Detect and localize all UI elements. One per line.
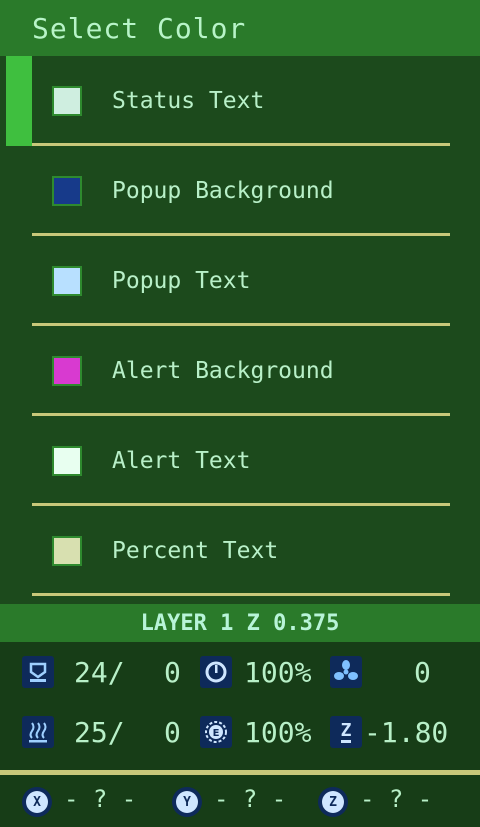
flow-value: 100% [244, 716, 312, 749]
selection-indicator [6, 56, 32, 146]
hotend-temp: 25/ [74, 716, 125, 749]
divider [32, 593, 450, 596]
z-axis-label: Z [322, 791, 344, 813]
svg-text:E: E [213, 728, 220, 739]
list-item-alert-background[interactable]: Alert Background [0, 326, 480, 416]
status-row-2: 25/ 0 E 100% Z -1.80 [0, 702, 480, 762]
x-axis-label: X [26, 791, 48, 813]
list-item-popup-text[interactable]: Popup Text [0, 236, 480, 326]
title-bar: Select Color [0, 0, 480, 56]
bed-target: 0 [164, 656, 181, 689]
x-axis-value: - ? - [64, 785, 137, 813]
z-offset-value: -1.80 [364, 716, 449, 749]
hotend-icon [22, 716, 54, 748]
speed-icon [200, 656, 232, 688]
layer-bar: LAYER 1 Z 0.375 [0, 604, 480, 642]
z-offset-icon-label: Z [340, 719, 352, 743]
screen: Select Color Status Text Popup Backgroun… [0, 0, 480, 827]
item-label: Status Text [112, 88, 265, 114]
bed-icon [22, 656, 54, 688]
item-label: Percent Text [112, 538, 279, 564]
color-swatch [52, 86, 82, 116]
z-offset-icon: Z [330, 716, 362, 748]
x-axis-icon: X [22, 787, 52, 817]
bed-temp: 24/ [74, 656, 125, 689]
item-label: Alert Text [112, 448, 251, 474]
layer-text: LAYER 1 Z 0.375 [140, 610, 340, 636]
z-axis-value: - ? - [360, 785, 433, 813]
color-swatch [52, 536, 82, 566]
y-axis-icon: Y [172, 787, 202, 817]
fan-icon [330, 656, 362, 688]
hotend-target: 0 [164, 716, 181, 749]
speed-value: 100% [244, 656, 312, 689]
list-item-status-text[interactable]: Status Text [0, 56, 480, 146]
page-title: Select Color [32, 11, 247, 45]
status-row-1: 24/ 0 100% 0 [0, 642, 480, 702]
color-list: Status Text Popup Background Popup Text … [0, 56, 480, 604]
list-item-alert-text[interactable]: Alert Text [0, 416, 480, 506]
color-swatch [52, 446, 82, 476]
z-axis-icon: Z [318, 787, 348, 817]
color-swatch [52, 356, 82, 386]
fan-value: 0 [414, 656, 431, 689]
y-axis-label: Y [176, 791, 198, 813]
flow-icon: E [200, 716, 232, 748]
y-axis-value: - ? - [214, 785, 287, 813]
color-swatch [52, 176, 82, 206]
color-swatch [52, 266, 82, 296]
axis-panel: X - ? - Y - ? - Z - ? - [0, 775, 480, 827]
item-label: Popup Text [112, 268, 251, 294]
status-panel: 24/ 0 100% 0 25/ 0 E 100% Z -1.80 [0, 642, 480, 770]
list-item-popup-background[interactable]: Popup Background [0, 146, 480, 236]
item-label: Popup Background [112, 178, 334, 204]
list-item-percent-text[interactable]: Percent Text [0, 506, 480, 596]
item-label: Alert Background [112, 358, 334, 384]
